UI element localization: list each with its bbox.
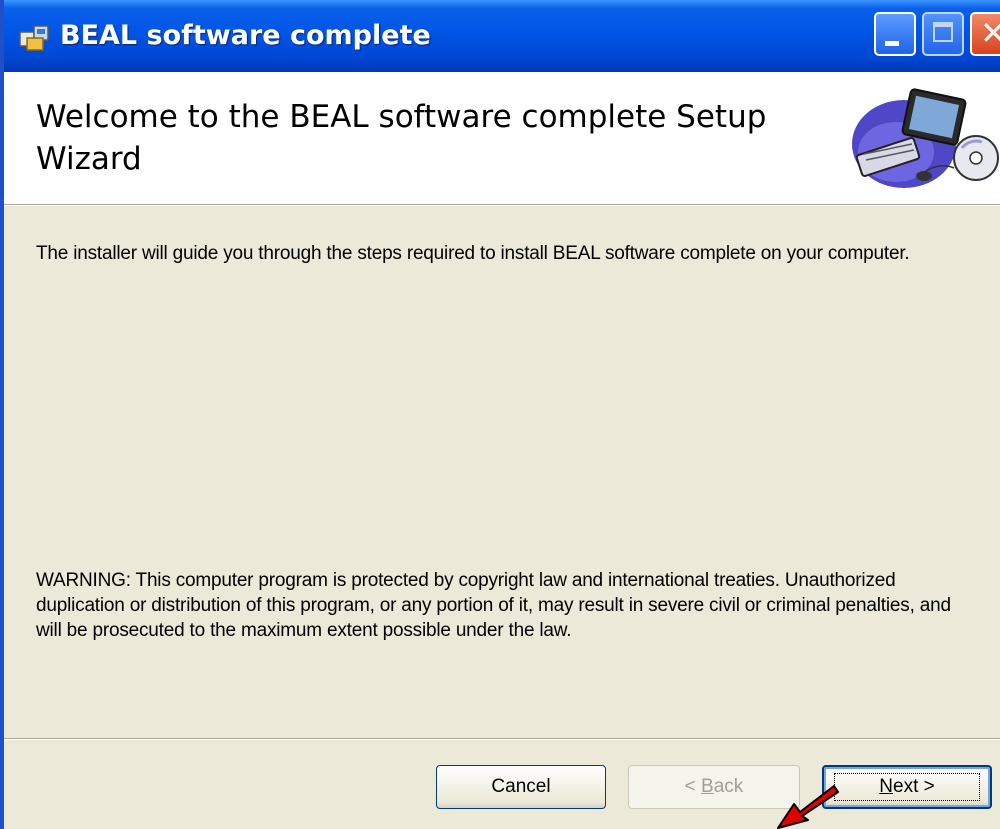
setup-wizard-window: BEAL software complete ✕ Welcome to the … bbox=[0, 0, 1000, 829]
back-button-label: < Back bbox=[684, 776, 744, 797]
title-bar[interactable]: BEAL software complete ✕ bbox=[4, 0, 1000, 72]
installer-icon bbox=[19, 25, 49, 51]
maximize-icon bbox=[933, 22, 953, 42]
copyright-warning: WARNING: This computer program is protec… bbox=[36, 570, 951, 641]
button-divider bbox=[4, 738, 1000, 740]
minimize-icon bbox=[885, 41, 899, 46]
cancel-button-label: Cancel bbox=[491, 776, 551, 797]
computer-cd-icon bbox=[852, 88, 999, 188]
red-arrow-icon bbox=[777, 785, 839, 829]
banner-divider bbox=[4, 204, 1000, 206]
window-title: BEAL software complete bbox=[60, 20, 431, 51]
close-button[interactable]: ✕ bbox=[970, 12, 1000, 56]
close-icon: ✕ bbox=[980, 16, 1000, 50]
cancel-button[interactable]: Cancel bbox=[436, 765, 606, 809]
wizard-banner: Welcome to the BEAL software complete Se… bbox=[4, 72, 1000, 204]
maximize-button[interactable] bbox=[922, 12, 964, 56]
minimize-button[interactable] bbox=[874, 12, 916, 56]
wizard-heading: Welcome to the BEAL software complete Se… bbox=[36, 99, 767, 177]
intro-text: The installer will guide you through the… bbox=[36, 243, 910, 264]
